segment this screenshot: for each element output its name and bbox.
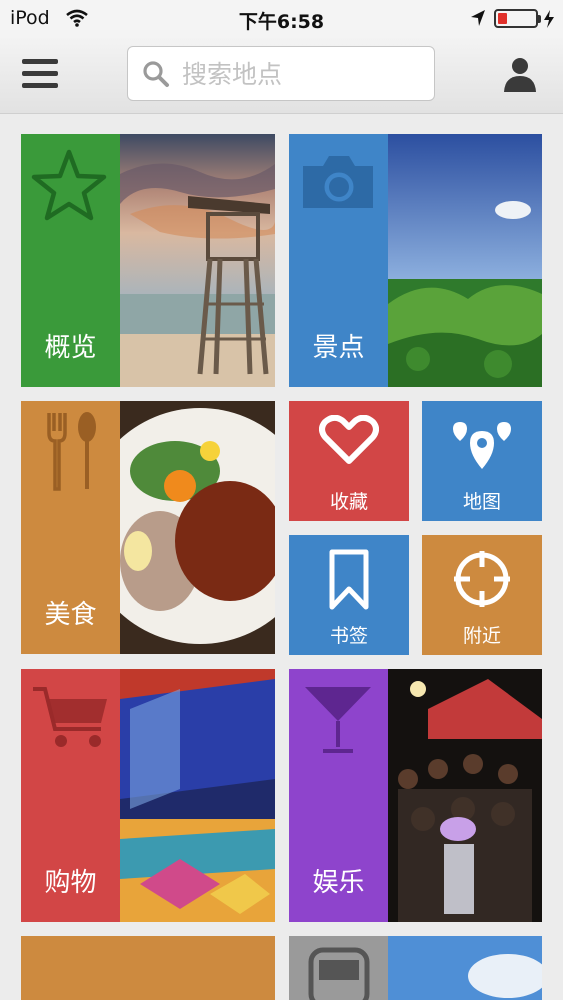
tile-overview-label: 概览 <box>44 333 97 363</box>
crosshair-icon <box>422 549 542 609</box>
tile-shopping-strip: 购物 <box>21 669 120 922</box>
battery-tip <box>538 15 541 23</box>
star-icon <box>29 146 109 230</box>
tile-entertainment[interactable]: 娱乐 <box>289 669 542 922</box>
map-pin-icon <box>422 421 542 471</box>
user-button[interactable] <box>500 54 540 94</box>
tile-nearby-label: 附近 <box>462 625 501 647</box>
tile-transport-strip <box>289 936 388 1000</box>
tile-food-strip: 美食 <box>21 401 120 654</box>
tile-map-label: 地图 <box>462 491 501 513</box>
tile-favorites[interactable]: 收藏 <box>289 401 409 521</box>
bus-icon <box>307 946 371 1000</box>
bookmark-icon <box>289 549 409 611</box>
tile-transport[interactable] <box>289 936 542 1000</box>
hamburger-menu-icon <box>22 59 58 64</box>
tile-bookmarks-label: 书签 <box>329 625 368 647</box>
chocolate-hills-photo <box>388 134 542 387</box>
location-arrow-icon <box>470 9 486 31</box>
food-plate-photo <box>120 401 275 654</box>
tile-attractions[interactable]: 景点 <box>289 134 542 387</box>
tile-overview[interactable]: 概览 <box>21 134 275 387</box>
camera-icon <box>299 150 377 218</box>
heart-icon <box>289 415 409 465</box>
tile-shopping[interactable]: 购物 <box>21 669 275 922</box>
tile-favorites-label: 收藏 <box>329 491 368 513</box>
fork-spoon-icon <box>43 411 101 495</box>
tile-attractions-label: 景点 <box>312 333 365 363</box>
search-icon <box>142 60 170 92</box>
tile-shopping-label: 购物 <box>44 868 97 898</box>
tile-entertainment-strip: 娱乐 <box>289 669 388 922</box>
user-icon <box>504 58 536 92</box>
cocktail-icon <box>301 683 375 759</box>
app-header <box>0 38 563 114</box>
tile-partial-left[interactable] <box>21 936 275 1000</box>
tile-nearby[interactable]: 附近 <box>422 535 542 655</box>
beach-lifeguard-tower-photo <box>120 134 275 387</box>
tile-overview-strip: 概览 <box>21 134 120 387</box>
sky-photo <box>388 936 542 1000</box>
status-bar: iPod 下午6:58 <box>0 0 563 38</box>
tile-entertainment-label: 娱乐 <box>312 868 365 898</box>
tile-food[interactable]: 美食 <box>21 401 275 654</box>
tile-attractions-strip: 景点 <box>289 134 388 387</box>
search-input[interactable] <box>182 53 422 95</box>
tile-bookmarks[interactable]: 书签 <box>289 535 409 655</box>
night-crowd-photo <box>388 669 542 922</box>
tile-map[interactable]: 地图 <box>422 401 542 521</box>
weaving-textile-photo <box>120 669 275 922</box>
tile-food-label: 美食 <box>44 600 97 630</box>
charging-bolt-icon <box>543 9 555 33</box>
shopping-cart-icon <box>31 683 111 759</box>
battery-level <box>498 13 507 24</box>
menu-button[interactable] <box>22 56 64 92</box>
search-box[interactable] <box>127 46 435 101</box>
